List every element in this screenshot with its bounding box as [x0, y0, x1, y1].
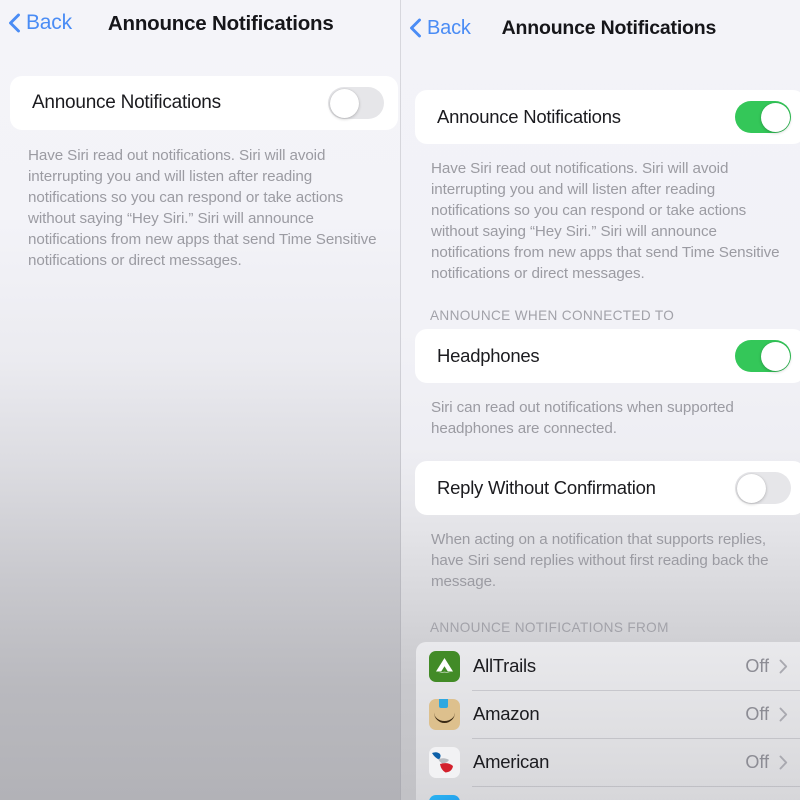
- headphones-toggle[interactable]: [735, 340, 791, 372]
- american-app-icon: [429, 746, 460, 778]
- back-button-label: Back: [427, 16, 471, 39]
- announce-notifications-description: Have Siri read out notifications. Siri w…: [431, 160, 780, 282]
- reply-without-confirmation-row[interactable]: Reply Without Confirmation: [415, 461, 800, 515]
- app-name: AllTrails: [473, 655, 536, 676]
- american-airlines-glyph-icon: [432, 751, 453, 772]
- list-item[interactable]: Amazon Off: [416, 690, 800, 738]
- alltrails-app-icon: [429, 650, 460, 682]
- toggle-knob: [736, 473, 766, 503]
- left-nav-bar: Back Announce Notifications: [0, 0, 401, 46]
- announce-notifications-label: Announce Notifications: [32, 92, 221, 113]
- chevron-right-icon: [779, 755, 788, 769]
- left-screenshot-panel: Back Announce Notifications Announce Not…: [0, 0, 401, 800]
- announce-notifications-card: Announce Notifications: [10, 76, 398, 130]
- toggle-knob: [329, 88, 359, 118]
- app-status: Off: [745, 703, 769, 724]
- list-item[interactable]: American Off: [416, 738, 800, 786]
- announce-notifications-row[interactable]: Announce Notifications: [415, 90, 800, 144]
- announce-notifications-toggle[interactable]: [735, 101, 791, 133]
- headphones-label: Headphones: [437, 345, 540, 366]
- toggle-knob: [760, 341, 790, 371]
- right-nav-bar: Back Announce Notifications: [401, 0, 800, 56]
- list-item[interactable]: AllTrails Off: [416, 642, 800, 690]
- headphones-row[interactable]: Headphones: [415, 329, 800, 383]
- announce-notifications-toggle[interactable]: [328, 87, 384, 119]
- back-button[interactable]: Back: [8, 11, 72, 35]
- dual-screenshot-comparison: Back Announce Notifications Announce Not…: [0, 0, 800, 800]
- reply-without-confirmation-toggle[interactable]: [735, 472, 791, 504]
- headphones-card: Headphones: [415, 329, 800, 383]
- app-status: Off: [745, 751, 769, 772]
- alltrails-glyph-icon: [436, 657, 453, 673]
- app-notifications-list: AllTrails Off Amazon Off American Off: [416, 642, 800, 800]
- app-name: Amazon: [473, 703, 540, 724]
- app-store-app-icon: [429, 794, 460, 800]
- page-title: Announce Notifications: [107, 12, 334, 35]
- announce-notifications-row[interactable]: Announce Notifications: [10, 76, 398, 130]
- chevron-left-icon: [9, 13, 20, 33]
- app-store-glyph-icon: [429, 795, 460, 800]
- section-header-announce-notifications-from: ANNOUNCE NOTIFICATIONS FROM: [430, 620, 669, 635]
- right-screenshot-panel: Back Announce Notifications Announce Not…: [401, 0, 800, 800]
- announce-notifications-label: Announce Notifications: [437, 106, 621, 127]
- reply-without-confirmation-description: When acting on a notification that suppo…: [431, 531, 769, 590]
- amazon-tape-glyph-icon: [439, 698, 448, 708]
- announce-notifications-card: Announce Notifications: [415, 90, 800, 144]
- reply-without-confirmation-label: Reply Without Confirmation: [437, 477, 656, 498]
- amazon-smile-glyph-icon: [434, 710, 455, 723]
- section-header-announce-when-connected: ANNOUNCE WHEN CONNECTED TO: [430, 308, 675, 323]
- announce-notifications-description: Have Siri read out notifications. Siri w…: [28, 147, 377, 269]
- back-button[interactable]: Back: [409, 17, 471, 40]
- list-item[interactable]: App Store Off: [416, 786, 800, 800]
- reply-without-confirmation-card: Reply Without Confirmation: [415, 461, 800, 515]
- app-status: Off: [745, 655, 769, 676]
- page-title: Announce Notifications: [501, 17, 717, 39]
- headphones-description: Siri can read out notifications when sup…: [431, 399, 734, 437]
- chevron-right-icon: [779, 707, 788, 721]
- chevron-left-icon: [410, 18, 421, 38]
- amazon-app-icon: [429, 698, 460, 730]
- app-name: American: [473, 751, 550, 772]
- chevron-right-icon: [779, 659, 788, 673]
- back-button-label: Back: [26, 11, 72, 34]
- toggle-knob: [760, 102, 790, 132]
